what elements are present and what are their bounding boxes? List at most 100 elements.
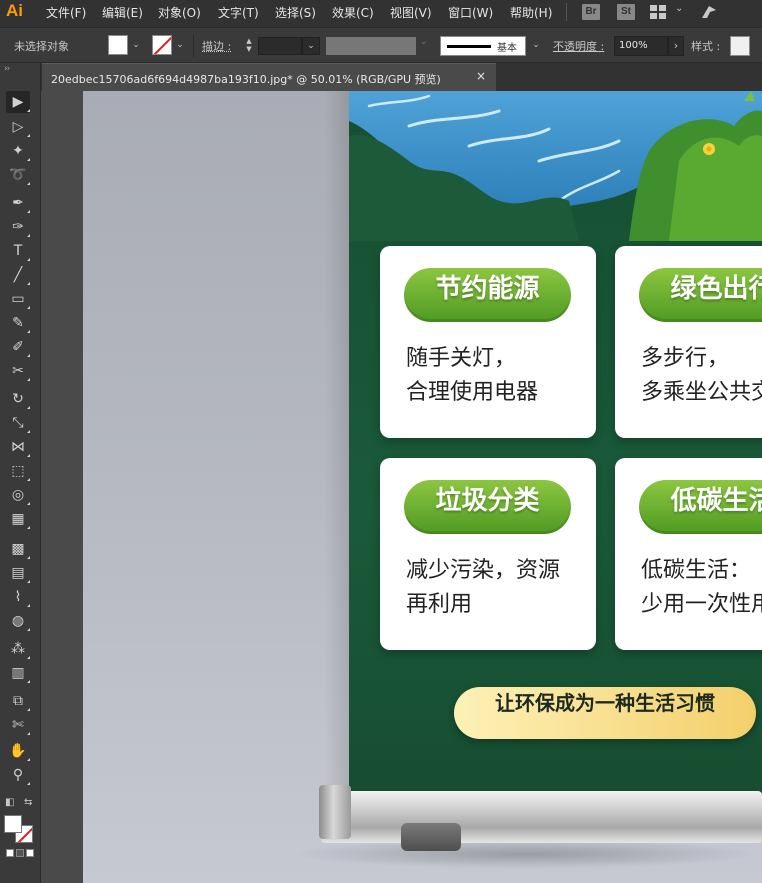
- menu-view[interactable]: 视图(V): [390, 4, 432, 21]
- fill-dropdown-icon[interactable]: ⌄: [129, 37, 143, 53]
- canvas[interactable]: 节约能源 随手关灯， 合理使用电器 绿色出行 多步行， 多乘坐公共交通 垃圾分类…: [41, 91, 762, 883]
- submenu-indicator-icon: [27, 680, 30, 683]
- workspace-layout-icon[interactable]: [650, 5, 666, 19]
- card-title-pill: 节约能源: [404, 268, 571, 322]
- curvature-tool[interactable]: ✑: [6, 216, 30, 238]
- card-green-travel: 绿色出行 多步行， 多乘坐公共交通: [615, 246, 762, 438]
- stroke-stepper-icon[interactable]: ▲ ▼: [242, 37, 256, 55]
- lasso-tool[interactable]: ➰: [6, 164, 30, 186]
- opacity-label[interactable]: 不透明度 :: [553, 38, 604, 54]
- submenu-indicator-icon: [27, 430, 30, 433]
- submenu-indicator-icon: [27, 656, 30, 659]
- submenu-indicator-icon: [27, 580, 30, 583]
- menu-window[interactable]: 窗口(W): [448, 4, 493, 21]
- symbol-sprayer-tool[interactable]: ⁂: [6, 638, 30, 660]
- gradient-tool[interactable]: ▤: [6, 562, 30, 584]
- submenu-indicator-icon: [27, 758, 30, 761]
- brush-definition[interactable]: 基本: [440, 36, 526, 56]
- pen-tool[interactable]: ✒: [6, 192, 30, 214]
- paintbrush-tool[interactable]: ✎: [6, 312, 30, 334]
- control-bar: 未选择对象 ⌄ ⌄ 描边 : ▲ ▼ ⌄ ⌄ 基本 ⌄ 不透明度 : 100% ›…: [0, 27, 762, 63]
- type-tool[interactable]: T: [6, 240, 30, 262]
- artboard-poster[interactable]: 节约能源 随手关灯， 合理使用电器 绿色出行 多步行， 多乘坐公共交通 垃圾分类…: [349, 91, 762, 794]
- panel-collapse-icon[interactable]: ››: [4, 64, 10, 74]
- submenu-indicator-icon: [27, 526, 30, 529]
- banner-stand-endcap: [319, 785, 351, 839]
- menu-edit[interactable]: 编辑(E): [102, 4, 143, 21]
- artboard-tool[interactable]: ⧉: [6, 690, 30, 712]
- mesh-tool[interactable]: ▩: [6, 538, 30, 560]
- eyedropper-tool[interactable]: ⌇: [6, 586, 30, 608]
- graphic-style-swatch[interactable]: [730, 36, 750, 56]
- submenu-indicator-icon: [27, 158, 30, 161]
- bridge-button[interactable]: Br: [582, 4, 600, 20]
- shaper-tool[interactable]: ✐: [6, 336, 30, 358]
- blend-tool[interactable]: ◍: [6, 610, 30, 632]
- stroke-weight-input[interactable]: [258, 37, 302, 55]
- stroke-weight-label[interactable]: 描边 :: [202, 38, 231, 54]
- menu-select[interactable]: 选择(S): [275, 4, 316, 21]
- magic-wand-tool[interactable]: ✦: [6, 140, 30, 162]
- submenu-indicator-icon: [27, 354, 30, 357]
- column-graph-tool[interactable]: ▥: [6, 662, 30, 684]
- card-body: 减少污染，资源 再利用: [406, 558, 561, 617]
- brush-dropdown-icon[interactable]: ⌄: [529, 37, 543, 53]
- submenu-indicator-icon: [27, 182, 30, 185]
- perspective-grid-tool[interactable]: ▦: [6, 508, 30, 530]
- submenu-indicator-icon: [27, 502, 30, 505]
- fill-swatch[interactable]: [108, 35, 128, 55]
- line-segment-tool[interactable]: ╱: [6, 264, 30, 286]
- submenu-indicator-icon: [27, 210, 30, 213]
- banner-stand-foot: [401, 823, 461, 851]
- zoom-tool[interactable]: ⚲: [6, 764, 30, 786]
- submenu-indicator-icon: [27, 330, 30, 333]
- submenu-indicator-icon: [27, 306, 30, 309]
- stroke-weight-dropdown[interactable]: ⌄: [302, 37, 320, 55]
- document-tab[interactable]: 20edbec15706ad6f694d4987ba193f10.jpg* @ …: [42, 63, 496, 91]
- stroke-dropdown-icon[interactable]: ⌄: [173, 37, 187, 53]
- slice-tool[interactable]: ✄: [6, 714, 30, 736]
- app-logo: Ai: [6, 1, 23, 20]
- opacity-input[interactable]: 100%: [614, 36, 668, 56]
- slogan-text: 让环保成为一种生活习惯: [495, 691, 715, 715]
- submenu-indicator-icon: [27, 234, 30, 237]
- default-colors-icon[interactable]: ◧: [5, 797, 14, 808]
- fill-color[interactable]: [4, 815, 22, 833]
- rotate-tool[interactable]: ↻: [6, 388, 30, 410]
- menu-type[interactable]: 文字(T): [218, 4, 259, 21]
- opacity-arrow-icon[interactable]: ›: [668, 36, 684, 56]
- card-title: 低碳生活: [670, 486, 762, 516]
- stroke-swatch[interactable]: [152, 35, 172, 55]
- close-icon[interactable]: ×: [476, 69, 486, 83]
- menu-bar: Ai 文件(F) 编辑(E) 对象(O) 文字(T) 选择(S) 效果(C) 视…: [0, 0, 762, 25]
- sync-icon[interactable]: [700, 4, 718, 20]
- free-transform-tool[interactable]: ⬚: [6, 460, 30, 482]
- submenu-indicator-icon: [27, 378, 30, 381]
- menu-file[interactable]: 文件(F): [46, 4, 86, 21]
- style-label: 样式 :: [691, 40, 721, 53]
- submenu-indicator-icon: [27, 134, 30, 137]
- selection-tool[interactable]: ▶: [6, 91, 30, 113]
- hand-tool[interactable]: ✋: [6, 740, 30, 762]
- menu-effect[interactable]: 效果(C): [332, 4, 374, 21]
- color-mode-buttons[interactable]: [6, 849, 34, 858]
- stock-button[interactable]: St: [617, 4, 635, 20]
- menu-help[interactable]: 帮助(H): [510, 4, 552, 21]
- swap-colors-icon[interactable]: ⇆: [24, 797, 32, 808]
- variable-width-profile[interactable]: [326, 37, 416, 55]
- submenu-indicator-icon: [27, 478, 30, 481]
- scale-tool[interactable]: ⤡: [6, 412, 30, 434]
- submenu-indicator-icon: [27, 556, 30, 559]
- card-waste-sorting: 垃圾分类 减少污染，资源 再利用: [380, 458, 596, 650]
- document-tab-title: 20edbec15706ad6f694d4987ba193f10.jpg* @ …: [51, 73, 441, 86]
- card-title-pill: 绿色出行: [639, 268, 762, 322]
- rectangle-tool[interactable]: ▭: [6, 288, 30, 310]
- direct-selection-tool[interactable]: ▷: [6, 116, 30, 138]
- shape-builder-tool[interactable]: ◎: [6, 484, 30, 506]
- card-energy: 节约能源 随手关灯， 合理使用电器: [380, 246, 596, 438]
- width-tool[interactable]: ⋈: [6, 436, 30, 458]
- chevron-down-icon[interactable]: ⌄: [675, 3, 683, 14]
- scissors-tool[interactable]: ✂: [6, 360, 30, 382]
- menu-object[interactable]: 对象(O): [158, 4, 201, 21]
- brush-name: 基本: [497, 43, 517, 54]
